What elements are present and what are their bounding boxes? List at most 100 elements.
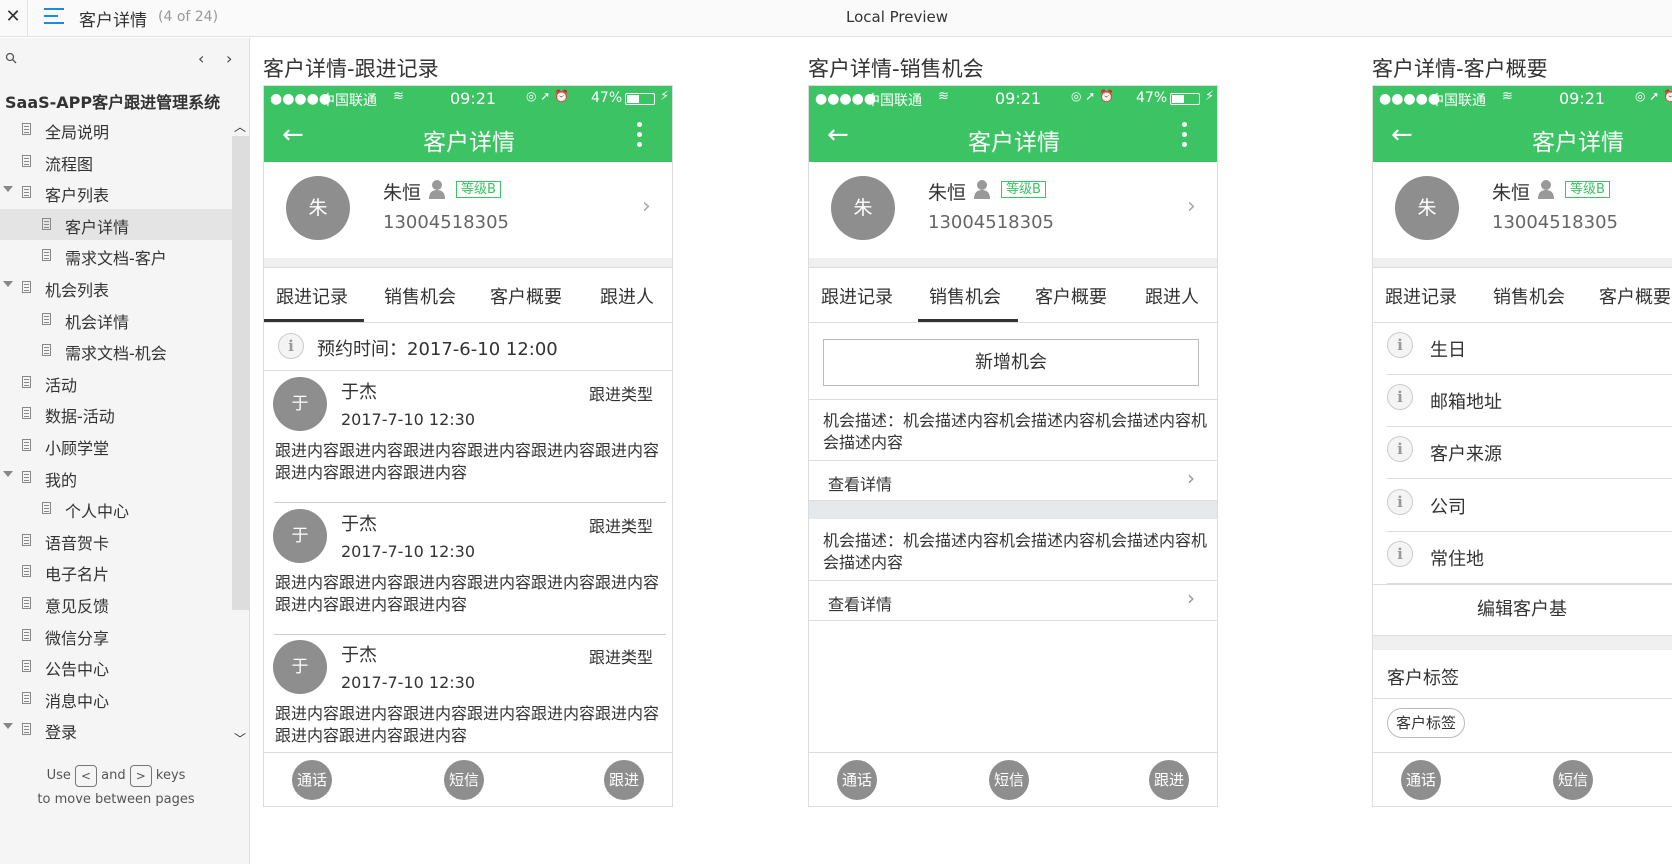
sidebar-item[interactable]: 语音贺卡 (0, 525, 232, 556)
view-details-link[interactable]: 查看详情 (828, 591, 892, 615)
sidebar-item[interactable]: 小顾学堂 (0, 430, 232, 461)
summary-field[interactable]: i 客户来源 (1373, 427, 1672, 480)
summary-field[interactable]: i 生日 (1373, 323, 1672, 375)
sms-button[interactable]: 短信 (444, 760, 484, 800)
tab-sales-opportunities[interactable]: 销售机会 (929, 283, 1001, 309)
next-page-icon[interactable]: › (226, 49, 232, 68)
sms-button[interactable]: 短信 (989, 760, 1029, 800)
sidebar-scrollbar[interactable]: ︿ ﹀ (232, 114, 250, 754)
chevron-right-icon[interactable]: › (1187, 194, 1196, 219)
expand-arrow-icon[interactable] (3, 281, 13, 287)
sidebar-item[interactable]: 全局说明 (0, 114, 232, 145)
tab-customer-summary[interactable]: 客户概要 (1035, 283, 1107, 309)
carrier-label: 中国联通 (1430, 93, 1486, 109)
sidebar-item[interactable]: 电子名片 (0, 556, 232, 587)
hamburger-menu-icon[interactable] (44, 8, 64, 26)
call-button[interactable]: 通话 (837, 760, 877, 800)
expand-arrow-icon[interactable] (3, 186, 13, 193)
sidebar-item[interactable]: 消息中心 (0, 683, 232, 714)
tab-bar: 跟进记录 销售机会 客户概要 跟进人 (809, 268, 1217, 323)
summary-field[interactable]: i 常住地 (1373, 532, 1672, 584)
sidebar-item[interactable]: 活动 (0, 367, 232, 398)
nav-title: 客户详情 (1532, 130, 1624, 156)
tab-follow-records[interactable]: 跟进记录 (276, 283, 348, 309)
chevron-right-icon[interactable]: › (642, 194, 651, 219)
sidebar-item[interactable]: 意见反馈 (0, 588, 232, 619)
sidebar-item[interactable]: 客户详情 (0, 208, 232, 240)
tab-bar: 跟进记录销售机会客户概要跟进人 (1373, 268, 1672, 323)
chevron-right-icon[interactable]: › (1187, 466, 1195, 490)
close-icon[interactable]: ✕ (2, 4, 24, 30)
view-details-link[interactable]: 查看详情 (828, 471, 892, 495)
sidebar-item-label: 电子名片 (45, 565, 110, 585)
scroll-thumb[interactable] (232, 136, 250, 610)
tab-follow-records[interactable]: 跟进记录 (821, 283, 893, 309)
tab-sales-opportunities[interactable]: 销售机会 (1493, 283, 1565, 309)
system-icons: ◎ ➚ ⏰ (1635, 89, 1672, 103)
right-key-icon: > (129, 764, 152, 787)
sidebar-item-label: 小顾学堂 (45, 439, 110, 458)
chevron-right-icon[interactable]: › (1187, 586, 1195, 610)
sidebar-item[interactable]: 客户列表 (0, 177, 232, 208)
customer-tag-chip[interactable]: 客户标签 (1387, 708, 1466, 738)
sidebar-item[interactable]: 流程图 (0, 146, 232, 177)
follow-record[interactable]: 于于杰 跟进类型 2017-7-10 12:30 跟进内容跟进内容跟进内容跟进内容跟进… (264, 634, 672, 766)
search-icon[interactable] (5, 52, 17, 64)
page-title: 客户详情 (79, 11, 147, 31)
field-label: 常住地 (1430, 548, 1484, 570)
follow-record[interactable]: 于于杰 跟进类型 2017-7-10 12:30 跟进内容跟进内容跟进内容跟进内容跟进… (264, 503, 672, 635)
add-opportunity-button[interactable]: 新增机会 (823, 339, 1199, 386)
tab-followers[interactable]: 跟进人 (600, 283, 654, 309)
sidebar-item[interactable]: 机会详情 (0, 304, 232, 335)
sidebar-item[interactable]: 登录 (0, 714, 232, 745)
follow-record[interactable]: 于于杰 跟进类型 2017-7-10 12:30 跟进内容跟进内容跟进内容跟进内容跟进… (264, 371, 672, 503)
tab-customer-summary[interactable]: 客户概要 (490, 283, 562, 309)
wifi-icon: ≋ (938, 89, 949, 104)
scroll-up-icon[interactable]: ︿ (234, 118, 246, 135)
divider (27, 0, 28, 37)
mockup-title: 客户详情-跟进记录 (263, 57, 439, 81)
sidebar-item[interactable]: 机会列表 (0, 272, 232, 303)
page-icon (22, 628, 31, 641)
expand-arrow-icon[interactable] (3, 470, 13, 477)
record-time: 2017-7-10 12:30 (341, 410, 475, 429)
sms-button[interactable]: 短信 (1553, 760, 1593, 800)
sidebar-item[interactable]: 微信分享 (0, 620, 232, 651)
sidebar-item[interactable]: 需求文档-机会 (0, 335, 232, 366)
call-button[interactable]: 通话 (292, 760, 332, 800)
project-name[interactable]: SaaS-APP客户跟进管理系统 (5, 89, 220, 113)
tab-followers[interactable]: 跟进人 (1145, 283, 1199, 309)
tab-follow-records[interactable]: 跟进记录 (1385, 283, 1457, 309)
divider (1373, 698, 1672, 699)
expand-arrow-icon[interactable] (3, 723, 13, 730)
follow-up-button[interactable]: 跟进 (604, 760, 644, 800)
tab-customer-summary[interactable]: 客户概要 (1599, 283, 1671, 309)
page-icon (42, 502, 51, 515)
tab-sales-opportunities[interactable]: 销售机会 (384, 283, 456, 309)
follow-up-button[interactable]: 跟进 (1149, 760, 1189, 800)
sidebar-item[interactable]: 数据-活动 (0, 398, 232, 429)
prev-page-icon[interactable]: ‹ (198, 49, 204, 68)
opportunity-item: 机会描述：机会描述内容机会描述内容机会描述内容机会描述内容 查看详情 › (809, 520, 1217, 621)
nav-title: 客户详情 (423, 130, 515, 156)
system-icons: ◎ ➚ ⏰ (1071, 89, 1115, 103)
customer-profile[interactable]: 朱朱恒等级B13004518305› (809, 162, 1217, 258)
call-button[interactable]: 通话 (1401, 760, 1441, 800)
sidebar-item[interactable]: 我的 (0, 462, 232, 493)
more-options-icon[interactable] (634, 119, 644, 151)
sidebar-item-label: 需求文档-客户 (65, 249, 167, 269)
edit-customer-button[interactable]: 编辑客户基 (1373, 584, 1672, 636)
mockup-sales-opportunities: 客户详情-销售机会 新增机会 机会描述：机会描述内容机会描述内容机会描述内容机会… (808, 38, 1228, 864)
scroll-down-icon[interactable]: ﹀ (234, 730, 246, 747)
sidebar-item[interactable]: 个人中心 (0, 493, 232, 524)
action-bar: 通话短信跟进 (1373, 752, 1672, 806)
customer-profile[interactable]: 朱朱恒等级B13004518305› (264, 162, 672, 258)
summary-field[interactable]: i 公司 (1373, 480, 1672, 532)
customer-profile[interactable]: 朱朱恒等级B13004518305› (1373, 162, 1672, 258)
action-bar: 通话 短信 跟进 (809, 752, 1217, 806)
info-icon: i (1387, 488, 1413, 515)
summary-field[interactable]: i 邮箱地址 (1373, 375, 1672, 428)
sidebar-item[interactable]: 需求文档-客户 (0, 240, 232, 271)
more-options-icon[interactable] (1179, 119, 1189, 151)
sidebar-item[interactable]: 公告中心 (0, 651, 232, 682)
